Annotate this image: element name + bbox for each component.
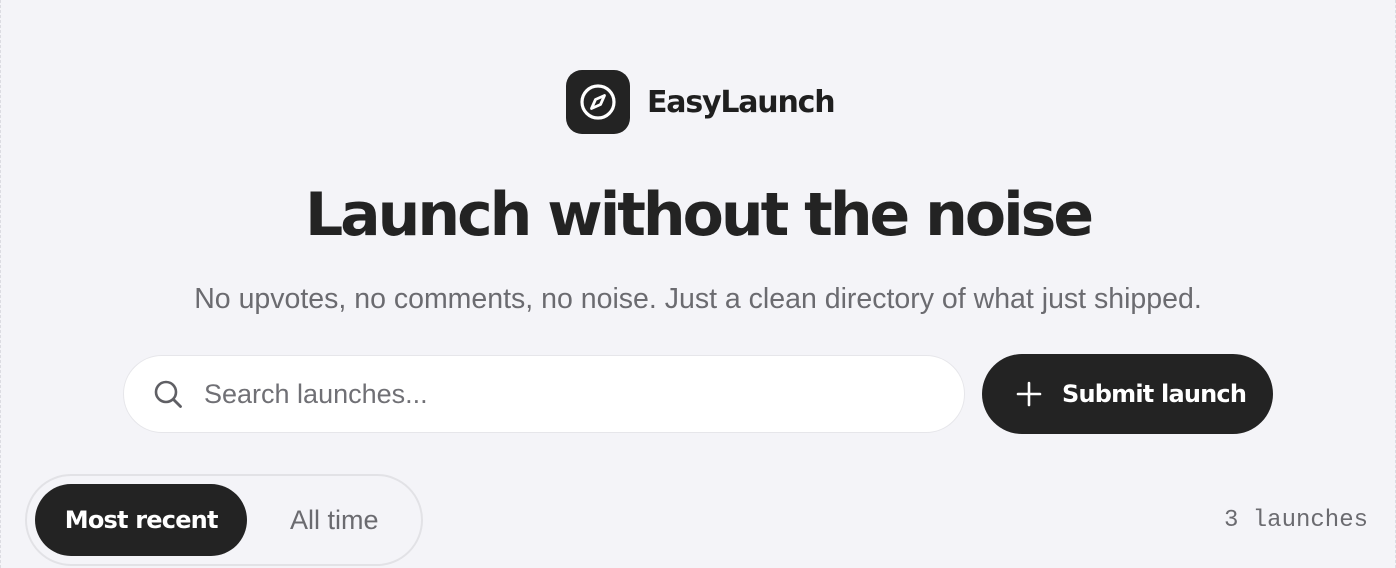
search-bar[interactable] (123, 355, 965, 433)
page-title: Launch without the noise (304, 180, 1094, 250)
tab-most-recent[interactable]: Most recent (35, 484, 248, 556)
compass-icon (580, 84, 616, 120)
plus-icon (1016, 381, 1042, 407)
search-input[interactable] (204, 374, 924, 414)
brand-name: EasyLaunch (647, 84, 836, 120)
sort-tabs: Most recent All time (25, 474, 423, 566)
submit-launch-label: Submit launch (1062, 380, 1247, 408)
tab-all-time[interactable]: All time (247, 484, 421, 556)
page: EasyLaunch Launch without the noise No u… (0, 0, 1396, 568)
submit-launch-button[interactable]: Submit launch (982, 354, 1273, 434)
brand-logo (566, 70, 630, 134)
brand[interactable]: EasyLaunch (566, 70, 836, 134)
search-icon (150, 376, 186, 412)
page-subtitle: No upvotes, no comments, no noise. Just … (194, 283, 1202, 315)
launch-count: 3 launches (1223, 507, 1368, 534)
